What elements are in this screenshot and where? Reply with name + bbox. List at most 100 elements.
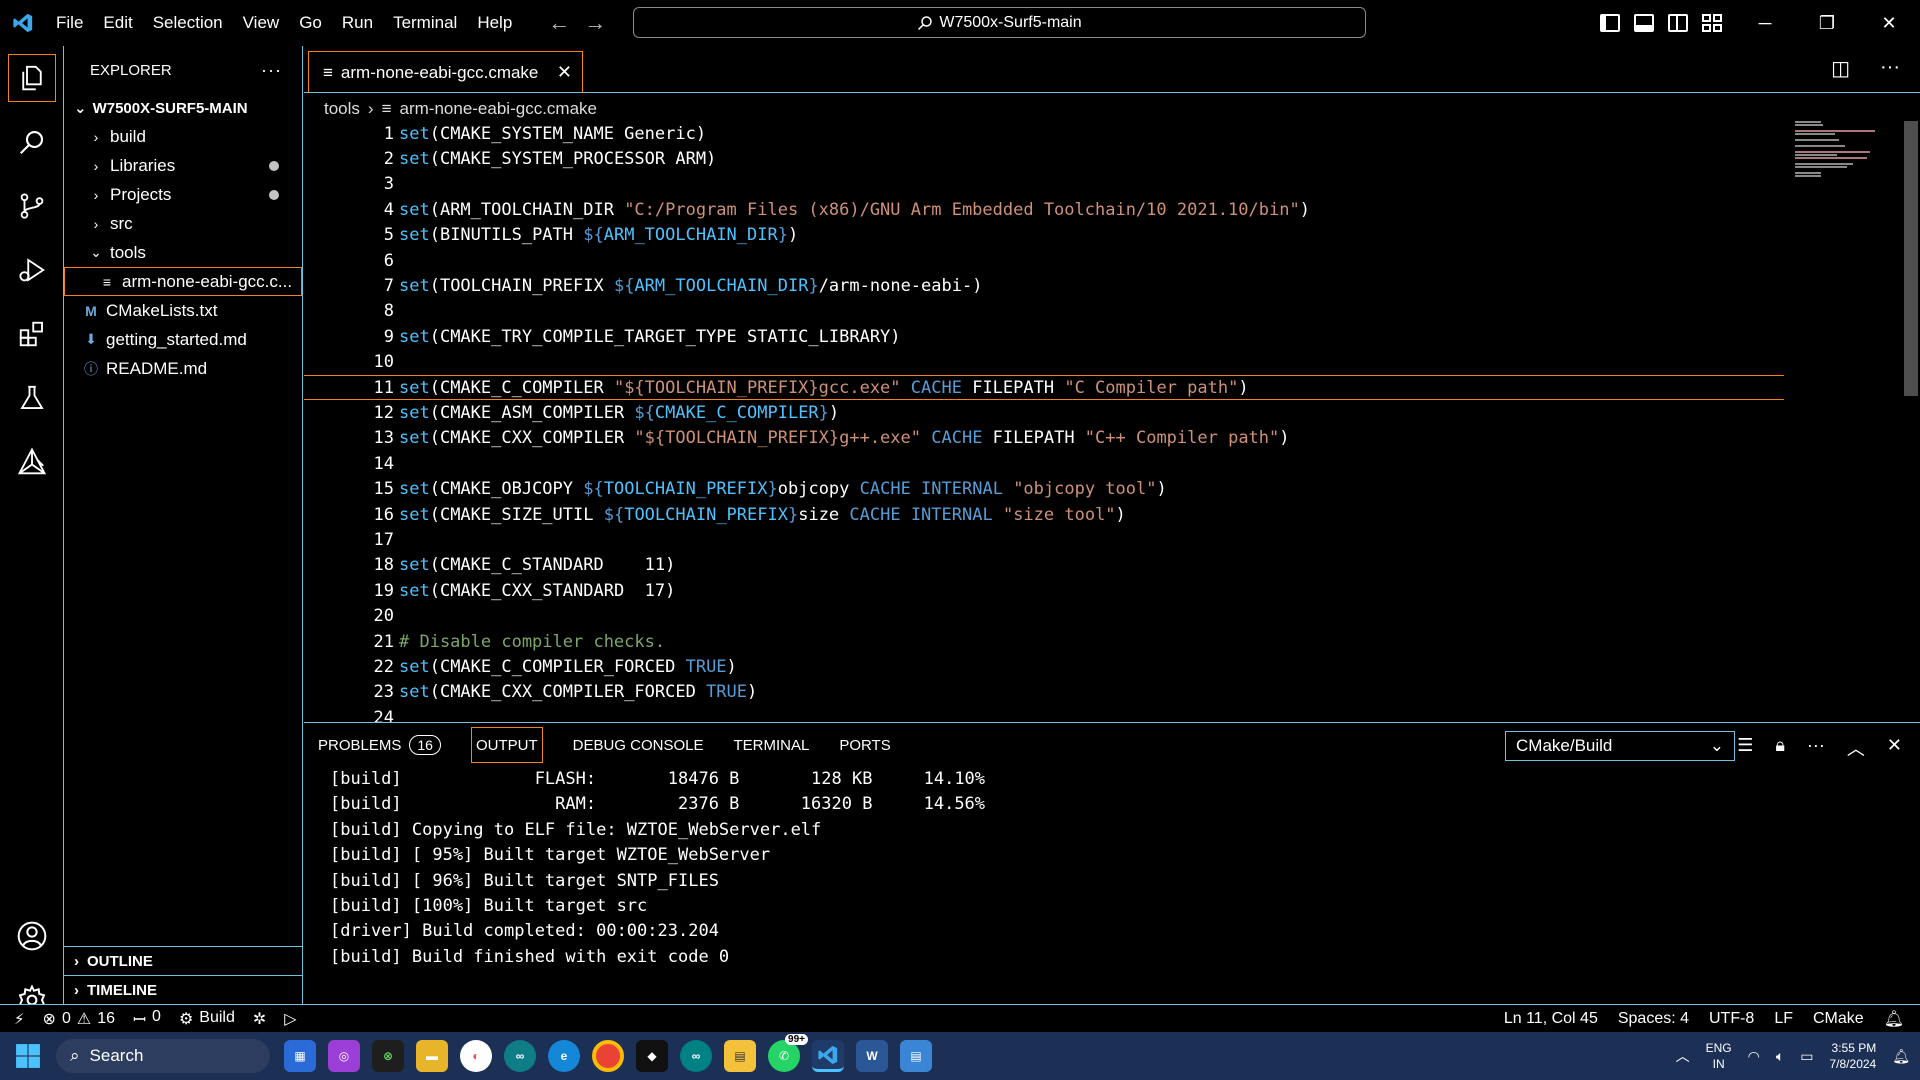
explorer-activity[interactable]: [0, 46, 64, 110]
close-icon[interactable]: ✕: [557, 62, 572, 83]
forward-arrow-icon[interactable]: →: [584, 10, 606, 36]
clear-output-icon[interactable]: ☰: [1737, 735, 1753, 761]
battery-icon[interactable]: ▭: [1800, 1048, 1813, 1065]
code-line[interactable]: 10: [304, 350, 1784, 375]
code-line[interactable]: 17: [304, 527, 1784, 552]
breadcrumb-folder[interactable]: tools: [324, 99, 360, 119]
arduino-icon[interactable]: ∞: [504, 1040, 536, 1072]
cursor-position[interactable]: Ln 11, Col 45: [1504, 1010, 1598, 1028]
command-center-search[interactable]: W7500x-Surf5-main: [633, 7, 1366, 38]
more-actions-icon[interactable]: ···: [1880, 56, 1900, 81]
back-arrow-icon[interactable]: ←: [548, 10, 570, 36]
tree-item-arm-none-eabi-gcc-cmake[interactable]: ≡ arm-none-eabi-gcc.c...: [64, 267, 302, 296]
code-line[interactable]: 15 set(CMAKE_OBJCOPY ${TOOLCHAIN_PREFIX}o…: [304, 477, 1784, 502]
code-line[interactable]: 3: [304, 172, 1784, 197]
tree-item-getting-started[interactable]: ⬇ getting_started.md: [64, 325, 302, 354]
more-actions-icon[interactable]: ···: [1807, 735, 1825, 761]
run-debug-activity[interactable]: [0, 238, 64, 302]
run-icon[interactable]: ▷: [284, 1009, 296, 1029]
indentation[interactable]: Spaces: 4: [1618, 1010, 1689, 1028]
camera-app-icon[interactable]: ◎: [328, 1040, 360, 1072]
menu-run[interactable]: Run: [332, 0, 383, 46]
code-line[interactable]: 18 set(CMAKE_C_STANDARD 11): [304, 553, 1784, 578]
tab-output[interactable]: OUTPUT: [470, 727, 543, 763]
code-line[interactable]: 2 set(CMAKE_SYSTEM_PROCESSOR ARM): [304, 146, 1784, 171]
code-line[interactable]: 1 set(CMAKE_SYSTEM_NAME Generic): [304, 121, 1784, 146]
build-status-button[interactable]: ⚙ Build: [179, 1009, 235, 1029]
source-control-activity[interactable]: [0, 174, 64, 238]
code-line[interactable]: 14: [304, 451, 1784, 476]
code-line[interactable]: 24: [304, 705, 1784, 722]
output-log[interactable]: [build] FLASH: 18476 B 128 KB 14.10% [bui…: [330, 767, 1890, 1003]
tree-item-libraries[interactable]: › Libraries: [64, 151, 302, 180]
code-line[interactable]: 20: [304, 604, 1784, 629]
minimize-button[interactable]: ─: [1734, 0, 1796, 46]
tab-debug-console[interactable]: DEBUG CONSOLE: [573, 727, 704, 763]
code-line[interactable]: 21 # Disable compiler checks.: [304, 629, 1784, 654]
output-channel-select[interactable]: CMake/Build ⌄: [1505, 731, 1735, 761]
start-button[interactable]: [0, 1043, 56, 1069]
code-line[interactable]: 4 set(ARM_TOOLCHAIN_DIR "C:/Program Files…: [304, 197, 1784, 222]
code-line[interactable]: 7 set(TOOLCHAIN_PREFIX ${ARM_TOOLCHAIN_DI…: [304, 273, 1784, 298]
search-activity[interactable]: [0, 110, 64, 174]
menu-edit[interactable]: Edit: [93, 0, 142, 46]
notepad-app-icon[interactable]: ▤: [900, 1040, 932, 1072]
code-line[interactable]: 8: [304, 299, 1784, 324]
close-window-button[interactable]: ✕: [1858, 0, 1920, 46]
whatsapp-icon[interactable]: ✆ 99+: [768, 1034, 808, 1072]
tab-problems[interactable]: PROBLEMS 16: [318, 727, 441, 763]
toggle-secondary-sidebar-icon[interactable]: [1668, 14, 1688, 32]
clock[interactable]: 3:55 PM 7/8/2024: [1830, 1040, 1877, 1072]
code-line[interactable]: 6: [304, 248, 1784, 273]
language-indicator[interactable]: ENG IN: [1706, 1040, 1732, 1072]
notifications-bell-icon[interactable]: 🔔︎: [1892, 1048, 1910, 1065]
tab-terminal[interactable]: TERMINAL: [733, 727, 809, 763]
tree-item-build[interactable]: › build: [64, 122, 302, 151]
breadcrumb-file[interactable]: arm-none-eabi-gcc.cmake: [400, 99, 597, 119]
more-actions-icon[interactable]: ···: [261, 60, 282, 81]
customize-layout-icon[interactable]: [1702, 14, 1722, 32]
tray-chevron-up-icon[interactable]: ︿: [1676, 1046, 1690, 1066]
tree-item-readme[interactable]: ⓘ README.md: [64, 354, 302, 383]
store-app-icon[interactable]: ▦: [284, 1040, 316, 1072]
maximize-panel-icon[interactable]: ︿: [1847, 735, 1865, 761]
tree-item-cmakelists[interactable]: M CMakeLists.txt: [64, 296, 302, 325]
lock-scroll-icon[interactable]: 🔒︎: [1775, 735, 1785, 761]
code-line[interactable]: 19 set(CMAKE_CXX_STANDARD 17): [304, 578, 1784, 603]
language-mode[interactable]: CMake: [1813, 1010, 1864, 1028]
file-explorer-icon[interactable]: ▬: [416, 1040, 448, 1072]
notes-app-icon[interactable]: ▤: [724, 1040, 756, 1072]
restore-button[interactable]: ❐: [1796, 0, 1858, 46]
ports-status[interactable]: ꟷ0: [133, 1008, 161, 1030]
timeline-section[interactable]: › TIMELINE: [64, 975, 303, 1004]
menu-go[interactable]: Go: [289, 0, 332, 46]
wifi-icon[interactable]: ◠: [1748, 1048, 1760, 1065]
code-line[interactable]: 22 set(CMAKE_C_COMPILER_FORCED TRUE): [304, 654, 1784, 679]
code-line[interactable]: 23 set(CMAKE_CXX_COMPILER_FORCED TRUE): [304, 680, 1784, 705]
scrollbar-thumb[interactable]: [1904, 121, 1918, 396]
editor-scrollbar[interactable]: [1902, 121, 1920, 721]
code-line[interactable]: 5 set(BINUTILS_PATH ${ARM_TOOLCHAIN_DIR}): [304, 223, 1784, 248]
code-line[interactable]: 16 set(CMAKE_SIZE_UTIL ${TOOLCHAIN_PREFIX…: [304, 502, 1784, 527]
debug-icon[interactable]: ✲: [253, 1009, 266, 1029]
menu-selection[interactable]: Selection: [143, 0, 233, 46]
remote-icon[interactable]: ⚡︎: [14, 1010, 25, 1028]
minimap[interactable]: [1787, 121, 1887, 181]
tree-item-tools[interactable]: ⌄ tools: [64, 238, 302, 267]
toggle-primary-sidebar-icon[interactable]: [1600, 14, 1620, 32]
cmake-activity[interactable]: [0, 430, 64, 494]
extensions-activity[interactable]: [0, 302, 64, 366]
outline-section[interactable]: › OUTLINE: [64, 946, 303, 975]
code-line[interactable]: 13 set(CMAKE_CXX_COMPILER "${TOOLCHAIN_PR…: [304, 426, 1784, 451]
code-line[interactable]: 12 set(CMAKE_ASM_COMPILER ${CMAKE_C_COMPI…: [304, 400, 1784, 425]
code-line[interactable]: 11 set(CMAKE_C_COMPILER "${TOOLCHAIN_PREF…: [304, 375, 1784, 401]
split-editor-icon[interactable]: ◫: [1831, 56, 1850, 81]
accounts-activity[interactable]: [0, 904, 64, 968]
chrome-browser-icon[interactable]: [592, 1040, 624, 1072]
app-red-icon[interactable]: ◐: [460, 1040, 492, 1072]
volume-icon[interactable]: 🔈︎: [1776, 1048, 1784, 1065]
testing-activity[interactable]: [0, 366, 64, 430]
tab-arm-none-eabi-gcc-cmake[interactable]: ≡ arm-none-eabi-gcc.cmake ✕: [308, 51, 583, 93]
menu-help[interactable]: Help: [467, 0, 522, 46]
word-app-icon[interactable]: W: [856, 1040, 888, 1072]
